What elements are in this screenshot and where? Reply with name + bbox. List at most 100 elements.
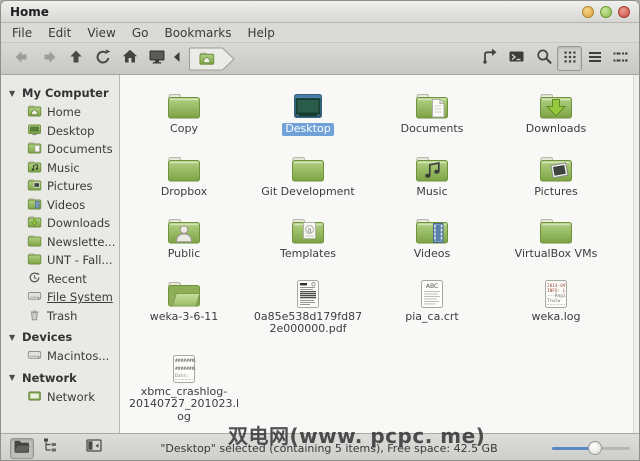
file-label: weka-3-6-11 [149, 309, 219, 323]
list-view-button[interactable] [582, 46, 607, 71]
chevron-down-icon[interactable]: ▼ [9, 89, 22, 98]
minimize-button[interactable] [582, 5, 594, 18]
zoom-slider[interactable] [552, 440, 630, 456]
menu-file[interactable]: File [4, 25, 40, 41]
file-label: Pictures [534, 184, 578, 198]
sidebar-item-downloads[interactable]: Downloads [1, 214, 119, 233]
file-item-music[interactable]: Music [370, 150, 494, 199]
file-item-xbmc-crashlog-20140727-201023-log[interactable]: #######. #######. Date: xbmc_crashlog-20140… [122, 350, 246, 424]
sidebar-item-label: Network [47, 389, 96, 404]
sidebar-item-network[interactable]: Network [1, 388, 119, 407]
file-label: pia_ca.crt [405, 309, 459, 323]
folder-downloads-icon [538, 87, 574, 121]
sidebar-item-recent[interactable]: Recent [1, 270, 119, 289]
sb-network-icon [27, 389, 47, 405]
folder-videos-icon [414, 212, 450, 246]
close-button[interactable] [618, 5, 630, 18]
file-item-downloads[interactable]: Downloads [494, 87, 618, 136]
sb-recent-icon [27, 271, 47, 287]
sidebar-item-newslette[interactable]: Newslette... [1, 233, 119, 252]
file-item-videos[interactable]: Videos [370, 212, 494, 261]
sb-desktop-icon [27, 123, 47, 139]
menu-view[interactable]: View [79, 25, 123, 41]
file-item-documents[interactable]: Documents [370, 87, 494, 136]
sidebar-item-desktop[interactable]: Desktop [1, 122, 119, 141]
sidebar-section-devices[interactable]: ▼ Devices [1, 327, 119, 347]
menu-edit[interactable]: Edit [40, 25, 79, 41]
file-item-desktop[interactable]: Desktop [246, 87, 370, 136]
sidebar-item-label: Downloads [47, 216, 111, 231]
up-button[interactable] [62, 46, 89, 71]
chevron-down-icon[interactable]: ▼ [9, 373, 22, 382]
home-breadcrumb[interactable] [189, 46, 237, 72]
refresh-button[interactable] [89, 46, 116, 71]
treeview-button[interactable] [39, 438, 63, 459]
file-item-weka-3-6-11[interactable]: weka-3-6-11 [122, 275, 246, 336]
file-view[interactable]: Copy Desktop Documents Downloads Dropbox Git … [120, 75, 639, 433]
edit-location-button[interactable] [476, 46, 503, 71]
icon-view-button[interactable] [557, 46, 582, 71]
file-item-copy[interactable]: Copy [122, 87, 246, 136]
file-item-pictures[interactable]: Pictures [494, 150, 618, 199]
sidebar-item-music[interactable]: Music [1, 159, 119, 178]
sidebar-item-label: Documents [47, 142, 113, 157]
svg-text:Trwlw: Trwlw [547, 298, 561, 304]
titlebar[interactable]: Home [1, 1, 639, 23]
menu-bookmarks[interactable]: Bookmarks [156, 25, 239, 41]
sidebar-item-videos[interactable]: Videos [1, 196, 119, 215]
file-label: Dropbox [160, 184, 208, 198]
chevron-down-icon[interactable]: ▼ [9, 333, 22, 342]
places-button[interactable] [10, 437, 34, 459]
file-item-0a85e538d179fd872e000000-pdf[interactable]: 0a85e538d179fd872e000000.pdf [246, 275, 370, 336]
window-title: Home [10, 4, 49, 19]
maximize-button[interactable] [600, 5, 612, 18]
file-item-dropbox[interactable]: Dropbox [122, 150, 246, 199]
sb-home-icon [27, 104, 47, 120]
file-item-public[interactable]: Public [122, 212, 246, 261]
search-button[interactable] [530, 46, 557, 71]
file-item-templates[interactable]: a Templates [246, 212, 370, 261]
forward-button[interactable] [35, 46, 62, 71]
sidebar-item-label: Home [47, 105, 81, 120]
toggle-sidebar-button[interactable] [82, 438, 106, 459]
statusbar: "Desktop" selected (containing 5 items),… [1, 433, 639, 460]
file-item-virtualbox-vms[interactable]: VirtualBox VMs [494, 212, 618, 261]
file-label: xbmc_crashlog-20140727_201023.log [128, 384, 240, 423]
forward-icon [37, 45, 61, 73]
toolbar [1, 43, 639, 75]
sidebar-item-home[interactable]: Home [1, 103, 119, 122]
sidebar-item-pictures[interactable]: Pictures [1, 177, 119, 196]
sidebar-item-macintos[interactable]: Macintos... [1, 347, 119, 366]
back-button[interactable] [8, 46, 35, 71]
sidebar-item-unt-fall[interactable]: UNT - Fall... [1, 251, 119, 270]
file-label: 0a85e538d179fd872e000000.pdf [253, 309, 363, 335]
menu-go[interactable]: Go [124, 25, 157, 41]
sidebar-item-label: UNT - Fall... [47, 253, 113, 268]
menu-help[interactable]: Help [240, 25, 283, 41]
sidebar-section-label: Devices [22, 330, 73, 344]
up-icon [64, 45, 88, 73]
sidebar-section-network[interactable]: ▼ Network [1, 368, 119, 388]
sidebar-section-my-computer[interactable]: ▼ My Computer [1, 83, 119, 103]
window-controls [582, 5, 630, 18]
home-button[interactable] [116, 46, 143, 71]
file-pdf-icon [296, 275, 320, 309]
sidebar-item-label: File System [47, 290, 113, 305]
sidebar-item-file-system[interactable]: File System [1, 288, 119, 307]
svg-text:ABC: ABC [426, 283, 438, 290]
file-item-weka-log[interactable]: 2014-09 INFO: L ---Reg1 Trwlw weka.log [494, 275, 618, 336]
file-cert-icon: ABC [420, 275, 444, 309]
compact-view-button[interactable] [607, 46, 632, 71]
terminal-button[interactable] [503, 46, 530, 71]
file-item-git-development[interactable]: Git Development [246, 150, 370, 199]
svg-text:Date:: Date: [175, 373, 189, 379]
treeview-icon [39, 434, 63, 460]
folder-open-icon [166, 275, 202, 309]
file-item-pia-ca-crt[interactable]: ABC pia_ca.crt [370, 275, 494, 336]
sidebar-item-trash[interactable]: Trash [1, 307, 119, 326]
collapse-breadcrumbs-button[interactable] [170, 46, 184, 71]
zoom-slider-handle[interactable] [587, 441, 602, 455]
sidebar-item-documents[interactable]: Documents [1, 140, 119, 159]
scrollbar-track[interactable] [633, 75, 639, 433]
sb-drive-icon [27, 348, 47, 364]
